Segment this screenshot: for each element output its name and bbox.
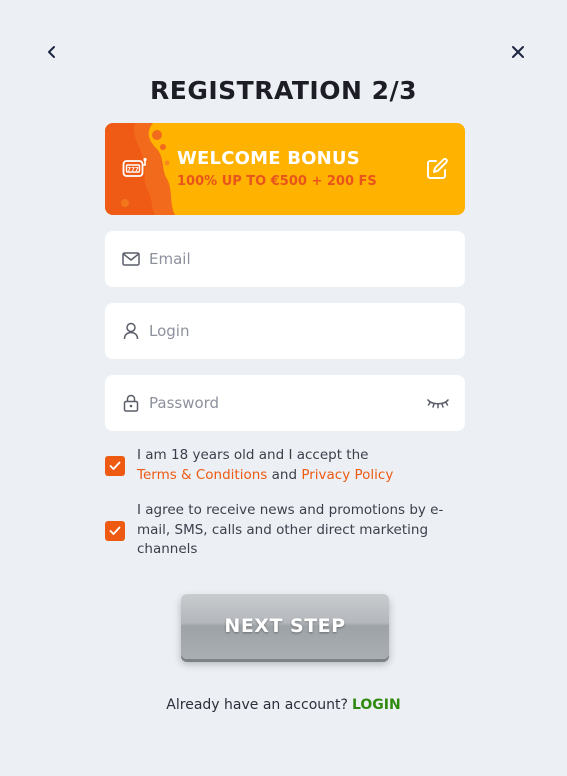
page-title: REGISTRATION 2/3 [149,76,418,105]
consent-conjunction: and [271,466,298,483]
next-step-label: NEXT STEP [224,615,346,637]
login-input[interactable] [149,303,419,359]
chevron-left-icon [48,46,55,58]
bonus-subtitle: 100% UP TO €500 + 200 FS [177,174,377,189]
svg-text:777: 777 [127,167,139,173]
privacy-policy-link[interactable]: Privacy Policy [301,467,393,483]
password-field[interactable] [105,375,465,431]
email-input[interactable] [149,231,419,287]
age-consent-label: I am 18 years old and I accept the [137,447,369,463]
next-step-button[interactable]: NEXT STEP [181,593,389,659]
bonus-title: WELCOME BONUS [177,148,360,169]
terms-link[interactable]: Terms & Conditions [137,467,267,483]
checkmark-icon [109,461,121,470]
password-input[interactable] [149,375,419,431]
login-link[interactable]: LOGIN [352,697,401,713]
age-consent-checkbox[interactable] [105,456,125,476]
marketing-consent-text: I agree to receive news and promotions b… [137,502,444,557]
email-field[interactable] [105,231,465,287]
login-field[interactable] [105,303,465,359]
checkmark-icon [109,526,121,535]
lock-icon [121,393,141,413]
eye-closed-icon [427,399,449,409]
toggle-password-visibility[interactable] [425,393,451,413]
edit-icon[interactable] [426,158,448,180]
age-consent-text: I am 18 years old and I accept the Terms… [137,446,465,485]
slot-machine-icon: 777 [122,157,147,177]
mail-icon [121,249,141,269]
close-button[interactable] [506,40,530,64]
login-prompt-text: Already have an account? [166,697,348,713]
close-icon [512,46,524,58]
registration-page: REGISTRATION 2/3 777 WELCOME BONUS 100% … [0,0,567,776]
marketing-consent-checkbox[interactable] [105,521,125,541]
back-button[interactable] [40,40,64,64]
welcome-bonus-card[interactable]: 777 WELCOME BONUS 100% UP TO €500 + 200 … [105,123,465,215]
login-prompt: Already have an account? LOGIN [0,697,567,713]
user-icon [121,321,141,341]
